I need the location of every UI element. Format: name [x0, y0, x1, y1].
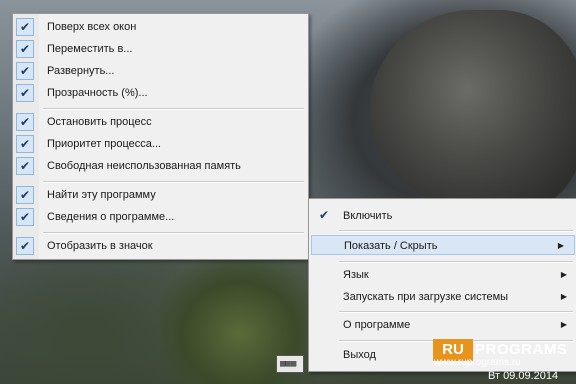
menu-separator	[43, 108, 304, 110]
chevron-right-icon: ▶	[557, 241, 564, 250]
tray-item-show-hide[interactable]: Показать / Скрыть ▶	[311, 235, 575, 255]
menu-item-label: Включить	[343, 210, 393, 222]
tray-item-autostart[interactable]: Запускать при загрузке системы ▶	[309, 287, 576, 307]
tray-item-language[interactable]: Язык ▶	[309, 265, 576, 285]
menu-item-find-program[interactable]: ✔ Найти эту программу	[13, 185, 308, 205]
menu-item-label: Язык	[343, 269, 369, 281]
menu-separator	[339, 311, 573, 313]
check-icon: ✔	[16, 113, 34, 131]
chevron-right-icon: ▶	[560, 270, 567, 279]
check-icon: ✔	[16, 237, 34, 255]
menu-item-label: Показать / Скрыть	[344, 240, 438, 252]
menu-item-show-as-icon[interactable]: ✔ Отобразить в значок	[13, 236, 308, 256]
check-icon: ✔	[16, 208, 34, 226]
check-icon: ✔	[16, 62, 34, 80]
menu-item-label: Поверх всех окон	[47, 21, 137, 33]
menu-item-free-memory[interactable]: ✔ Свободная неиспользованная память	[13, 156, 308, 176]
tray-item-enable[interactable]: ✔ Включить	[309, 206, 576, 226]
menu-item-label: Остановить процесс	[47, 116, 152, 128]
menu-item-label: Свободная неиспользованная память	[47, 160, 241, 172]
menu-item-label: Развернуть...	[47, 65, 115, 77]
menu-item-label: Переместить в...	[47, 43, 133, 55]
chevron-right-icon: ▶	[560, 292, 567, 301]
tray-item-about[interactable]: О программе ▶	[309, 315, 576, 335]
taskbar-date[interactable]: Вт 09.09.2014	[488, 370, 558, 382]
check-icon: ✔	[16, 157, 34, 175]
check-icon: ✔	[16, 40, 34, 58]
menu-separator	[43, 232, 304, 234]
menu-item-move-to[interactable]: ✔ Переместить в...	[13, 39, 308, 59]
check-icon: ✔	[16, 18, 34, 36]
check-icon: ✔	[16, 84, 34, 102]
rock-image	[370, 10, 576, 210]
menu-item-transparency[interactable]: ✔ Прозрачность (%)...	[13, 83, 308, 103]
menu-item-maximize[interactable]: ✔ Развернуть...	[13, 61, 308, 81]
check-icon: ✔	[16, 186, 34, 204]
watermark-url: www.ruprograms.ru	[434, 357, 521, 368]
menu-separator	[339, 261, 573, 263]
menu-item-label: Сведения о программе...	[47, 211, 175, 223]
menu-item-label: Запускать при загрузке системы	[343, 291, 509, 303]
menu-item-label: Найти эту программу	[47, 189, 156, 201]
check-icon: ✔	[16, 135, 34, 153]
menu-item-stop-process[interactable]: ✔ Остановить процесс	[13, 112, 308, 132]
menu-item-label: Выход	[343, 349, 376, 361]
menu-item-label: Прозрачность (%)...	[47, 87, 148, 99]
menu-separator	[43, 181, 304, 183]
menu-item-program-info[interactable]: ✔ Сведения о программе...	[13, 207, 308, 227]
menu-separator	[339, 230, 573, 232]
menu-item-process-priority[interactable]: ✔ Приоритет процесса...	[13, 134, 308, 154]
menu-item-label: О программе	[343, 319, 411, 331]
keyboard-icon[interactable]: ▦▦▦	[276, 355, 304, 373]
check-icon: ✔	[318, 208, 330, 222]
menu-item-always-on-top[interactable]: ✔ Поверх всех окон	[13, 17, 308, 37]
menu-item-label: Приоритет процесса...	[47, 138, 162, 150]
chevron-right-icon: ▶	[560, 320, 567, 329]
menu-item-label: Отобразить в значок	[47, 240, 153, 252]
context-menu: ✔ Поверх всех окон ✔ Переместить в... ✔ …	[12, 13, 309, 260]
